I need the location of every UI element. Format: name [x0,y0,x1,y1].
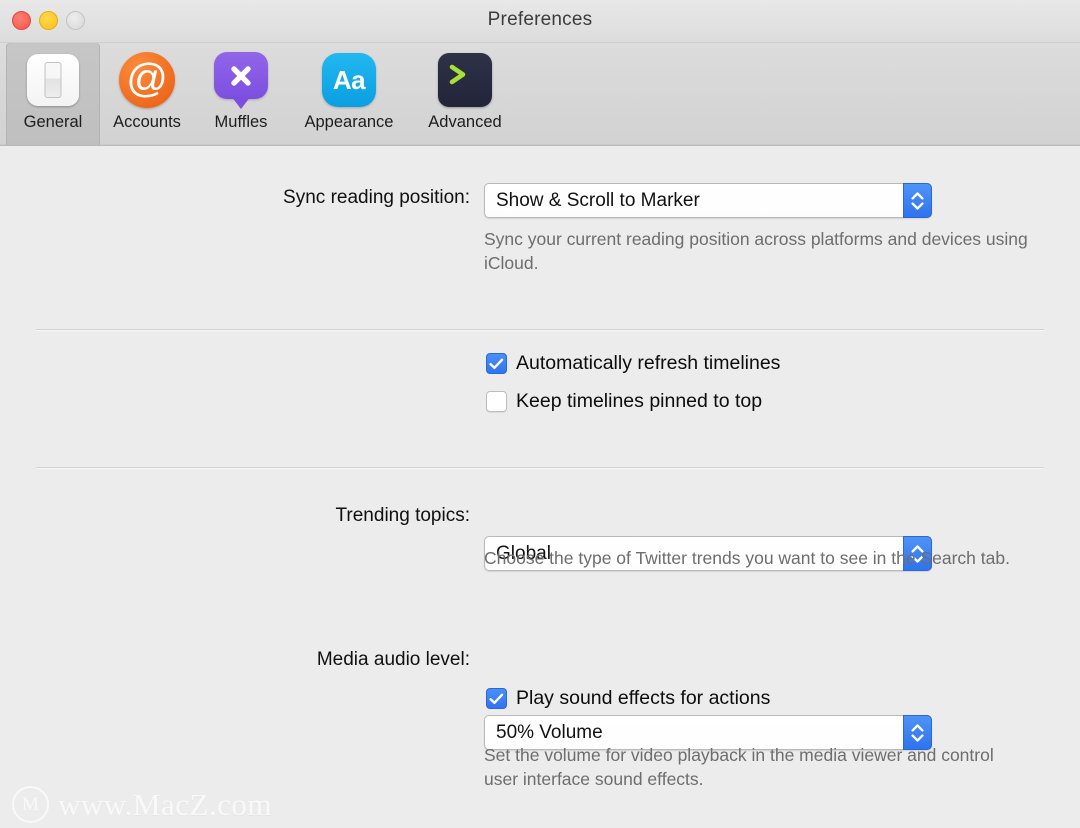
media-audio-level-value: 50% Volume [496,721,603,743]
x-mark-icon [231,65,251,86]
auto-refresh-timelines-label: Automatically refresh timelines [516,352,781,374]
keep-timelines-pinned-row[interactable]: Keep timelines pinned to top [486,390,762,413]
aa-glyph: Aa [332,64,366,95]
media-audio-level-label: Media audio level: [316,649,470,670]
sync-reading-position-stepper-icon[interactable] [903,183,932,218]
preferences-window: Preferences General @ Accounts Muffles A… [0,0,1080,828]
macz-logo-icon: M [12,786,49,823]
chevron-down-icon [911,201,924,210]
trending-topics-label-row: Trending topics: [220,505,470,527]
chevron-right-prompt-icon [449,64,466,85]
tab-accounts-label: Accounts [113,113,181,131]
media-audio-level-label-row: Media audio level: [200,649,470,671]
chevron-up-icon [911,723,924,732]
at-sign-icon: @ [119,49,175,111]
sync-reading-position-value: Show & Scroll to Marker [496,189,700,211]
tab-advanced-label: Advanced [428,113,502,131]
sync-reading-position-select[interactable]: Show & Scroll to Marker [484,183,932,218]
tab-advanced[interactable]: Advanced [410,43,520,145]
play-sound-effects-checkbox[interactable] [486,688,507,709]
switch-plate-icon [27,49,79,111]
tab-muffles[interactable]: Muffles [194,43,288,145]
sync-reading-position-label: Sync reading position: [283,187,470,208]
typography-aa-icon: Aa [322,49,376,111]
tab-accounts[interactable]: @ Accounts [100,43,194,145]
titlebar: Preferences [0,0,1080,43]
window-title: Preferences [487,9,593,30]
checkmark-icon [489,693,504,704]
keep-timelines-pinned-label: Keep timelines pinned to top [516,390,763,412]
auto-refresh-timelines-checkbox[interactable] [486,353,507,374]
tab-general[interactable]: General [6,43,100,145]
trending-topics-hint: Choose the type of Twitter trends you wa… [484,548,1010,568]
keep-timelines-pinned-checkbox[interactable] [486,391,507,412]
muted-bubble-icon [214,49,268,111]
sync-reading-position-hint: Sync your current reading position acros… [484,229,1028,273]
watermark-text: www.MacZ.com [58,786,273,822]
watermark: M www.MacZ.com [12,786,272,823]
media-audio-level-hint: Set the volume for video playback in the… [484,745,994,789]
sync-reading-position-label-row: Sync reading position: [210,187,470,209]
general-settings-pane: Sync reading position: Show & Scroll to … [0,146,1080,828]
play-sound-effects-label: Play sound effects for actions [516,687,771,709]
tab-appearance[interactable]: Aa Appearance [288,43,410,145]
trending-topics-label: Trending topics: [335,505,470,526]
tab-general-label: General [23,113,83,131]
terminal-prompt-icon [438,49,492,111]
preferences-toolbar: General @ Accounts Muffles Aa Appearance… [0,43,1080,146]
divider-1 [36,329,1044,330]
divider-2 [36,467,1044,468]
auto-refresh-timelines-row[interactable]: Automatically refresh timelines [486,352,780,375]
at-sign-glyph: @ [126,55,168,101]
chevron-up-icon [911,191,924,200]
chevron-down-icon [911,733,924,742]
play-sound-effects-row[interactable]: Play sound effects for actions [486,687,770,710]
tab-appearance-label: Appearance [304,113,394,131]
tab-muffles-label: Muffles [214,113,268,131]
checkmark-icon [489,358,504,369]
